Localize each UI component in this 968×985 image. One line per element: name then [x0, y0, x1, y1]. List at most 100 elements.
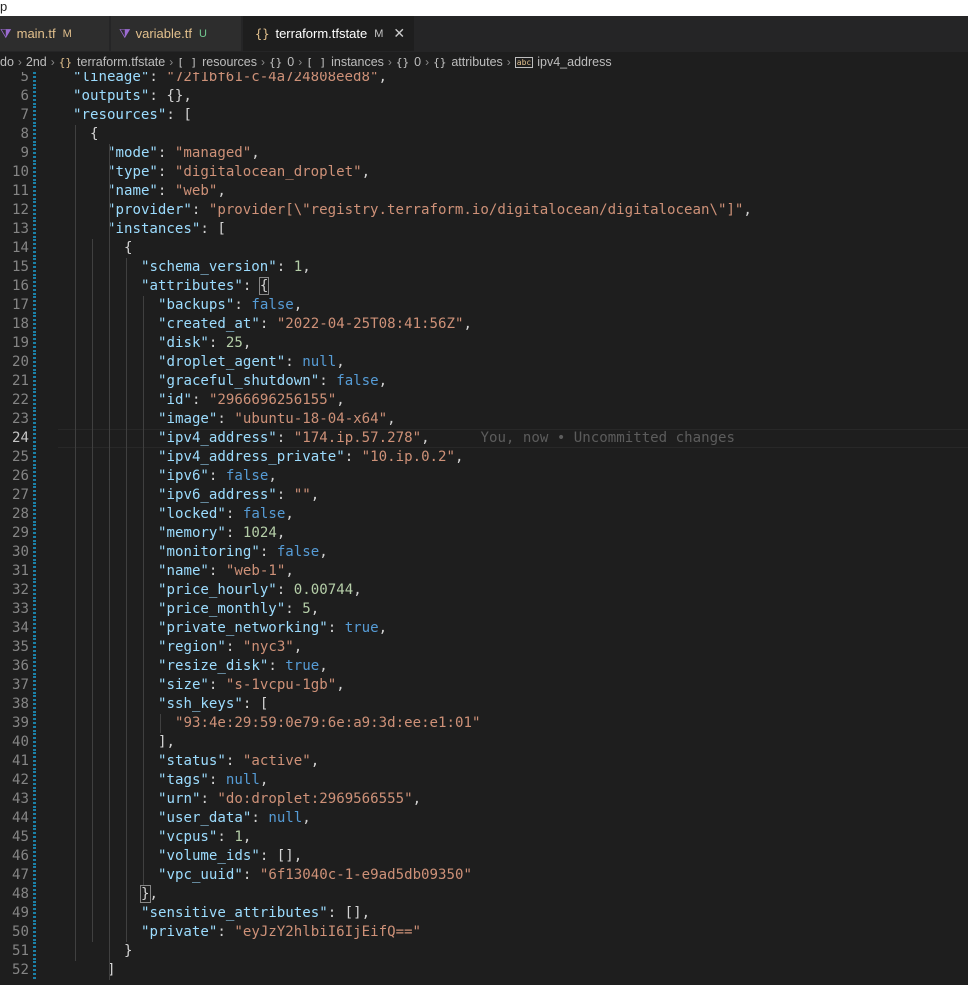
code-line[interactable]: 45 "vcpus": 1,: [0, 828, 968, 847]
code-editor[interactable]: 5 "lineage": "72f1bf61-c-4a724808eed8", 6 "…: [0, 72, 968, 985]
line-number: 38: [12, 696, 29, 712]
code-line[interactable]: 31 "name": "web-1",: [0, 562, 968, 581]
code-text: "tags": null,: [158, 771, 268, 790]
code-text: "provider": "provider[\"registry.terrafo…: [107, 201, 752, 220]
code-line[interactable]: 42 "tags": null,: [0, 771, 968, 790]
code-line[interactable]: 18 "created_at": "2022-04-25T08:41:56Z",: [0, 315, 968, 334]
breadcrumb-item[interactable]: instances: [331, 55, 384, 69]
code-line[interactable]: 41 "status": "active",: [0, 752, 968, 771]
git-modified-gutter: [33, 467, 36, 486]
code-line[interactable]: 48},: [0, 885, 968, 904]
close-icon[interactable]: ✕: [393, 25, 405, 42]
code-line[interactable]: 52]: [0, 961, 968, 980]
code-line[interactable]: 12 "provider": "provider[\"registry.terra…: [0, 201, 968, 220]
code-line[interactable]: 15 "schema_version": 1,: [0, 258, 968, 277]
line-number: 18: [12, 316, 29, 332]
code-line[interactable]: 32 "price_hourly": 0.00744,: [0, 581, 968, 600]
code-token: ,: [276, 525, 286, 541]
code-token: :: [208, 677, 226, 693]
code-line[interactable]: 24 "ipv4_address": "174.ip.57.278", You, …: [0, 429, 968, 448]
chevron-right-icon: ›: [506, 55, 511, 69]
code-line[interactable]: 26 "ipv6": false,: [0, 467, 968, 486]
code-token: :: [344, 449, 362, 465]
git-modified-gutter: [33, 201, 36, 220]
code-line[interactable]: 34 "private_networking": true,: [0, 619, 968, 638]
git-modified-gutter: [33, 144, 36, 163]
breadcrumb-item[interactable]: 0: [414, 55, 421, 69]
code-line[interactable]: 50 "private": "eyJzY2hlbiI6IjEifQ==": [0, 923, 968, 942]
code-text: "resources": [: [73, 106, 192, 125]
breadcrumb-item[interactable]: do: [0, 55, 14, 69]
code-line[interactable]: 38 "ssh_keys": [: [0, 695, 968, 714]
code-line[interactable]: 28 "locked": false,: [0, 505, 968, 524]
line-number: 51: [12, 943, 29, 959]
code-line[interactable]: 27 "ipv6_address": "",: [0, 486, 968, 505]
code-text: "disk": 25,: [158, 334, 251, 353]
tab-terraform-tfstate[interactable]: {} terraform.tfstate M ✕: [243, 16, 415, 51]
code-line[interactable]: 20 "droplet_agent": null,: [0, 353, 968, 372]
breadcrumb-item[interactable]: terraform.tfstate: [77, 55, 165, 69]
code-line[interactable]: 7 "resources": [: [0, 106, 968, 125]
code-line[interactable]: 47 "vpc_uuid": "6f13040c-1-e9ad5db09350": [0, 866, 968, 885]
code-line[interactable]: 35 "region": "nyc3",: [0, 638, 968, 657]
code-token: :: [285, 354, 303, 370]
breadcrumb-item[interactable]: resources: [202, 55, 257, 69]
git-modified-gutter: [33, 334, 36, 353]
code-line[interactable]: 23 "image": "ubuntu-18-04-x64",: [0, 410, 968, 429]
code-line[interactable]: 44 "user_data": null,: [0, 809, 968, 828]
terraform-icon: ⧩: [119, 25, 131, 41]
breadcrumb-item[interactable]: 0: [287, 55, 294, 69]
code-token: "locked": [158, 506, 226, 522]
code-line[interactable]: 14 {: [0, 239, 968, 258]
code-line[interactable]: 30 "monitoring": false,: [0, 543, 968, 562]
line-number: 22: [12, 392, 29, 408]
tab-main-tf[interactable]: ⧩ main.tf M: [0, 16, 110, 51]
code-line[interactable]: 8{: [0, 125, 968, 144]
code-line[interactable]: 16 "attributes": {: [0, 277, 968, 296]
code-line[interactable]: 37 "size": "s-1vcpu-1gb",: [0, 676, 968, 695]
code-line[interactable]: 39 "93:4e:29:59:0e79:6e:a9:3d:ee:e1:01": [0, 714, 968, 733]
breadcrumb-item[interactable]: ipv4_address: [537, 55, 611, 69]
code-token: :: [157, 145, 175, 161]
git-modified-gutter: [33, 847, 36, 866]
code-token: "6f13040c-1-e9ad5db09350": [259, 867, 472, 883]
code-line[interactable]: 17 "backups": false,: [0, 296, 968, 315]
code-token: null: [225, 772, 260, 788]
code-text: "locked": false,: [158, 505, 294, 524]
code-text: "name": "web-1",: [158, 562, 294, 581]
code-line[interactable]: 6 "outputs": {},: [0, 87, 968, 106]
tab-variable-tf[interactable]: ⧩ variable.tf U: [111, 16, 242, 51]
code-line[interactable]: 46 "volume_ids": [],: [0, 847, 968, 866]
code-line[interactable]: 5 "lineage": "72f1bf61-c-4a724808eed8",: [0, 72, 968, 87]
code-line[interactable]: 22 "id": "2966696256155",: [0, 391, 968, 410]
breadcrumb-item[interactable]: attributes: [451, 55, 502, 69]
code-line[interactable]: 49 "sensitive_attributes": [],: [0, 904, 968, 923]
code-token: "memory": [158, 525, 226, 541]
code-text: "memory": 1024,: [158, 524, 285, 543]
line-number: 9: [20, 145, 30, 161]
code-line[interactable]: 9 "mode": "managed",: [0, 144, 968, 163]
code-line[interactable]: 13 "instances": [: [0, 220, 968, 239]
code-line[interactable]: 51}: [0, 942, 968, 961]
git-modified-gutter: [33, 562, 36, 581]
code-line[interactable]: 29 "memory": 1024,: [0, 524, 968, 543]
code-line[interactable]: 40],: [0, 733, 968, 752]
code-token: "vpc_uuid": [158, 867, 243, 883]
code-line[interactable]: 21 "graceful_shutdown": false,: [0, 372, 968, 391]
code-token: :: [217, 924, 235, 940]
code-line[interactable]: 25 "ipv4_address_private": "10.ip.0.2",: [0, 448, 968, 467]
code-token: "2022-04-25T08:41:56Z": [276, 316, 464, 332]
code-line[interactable]: 19 "disk": 25,: [0, 334, 968, 353]
code-token: "web": [174, 183, 218, 199]
code-line[interactable]: 10 "type": "digitalocean_droplet",: [0, 163, 968, 182]
code-line[interactable]: 36 "resize_disk": true,: [0, 657, 968, 676]
code-line[interactable]: 43 "urn": "do:droplet:2969566555",: [0, 790, 968, 809]
code-line[interactable]: 11 "name": "web",: [0, 182, 968, 201]
breadcrumb-item[interactable]: 2nd: [26, 55, 47, 69]
tab-label: terraform.tfstate: [275, 26, 368, 41]
code-text: "schema_version": 1,: [141, 258, 311, 277]
code-token: null: [268, 810, 303, 826]
code-text: "private_networking": true,: [158, 619, 387, 638]
code-line[interactable]: 33 "price_monthly": 5,: [0, 600, 968, 619]
code-text: "price_hourly": 0.00744,: [158, 581, 362, 600]
